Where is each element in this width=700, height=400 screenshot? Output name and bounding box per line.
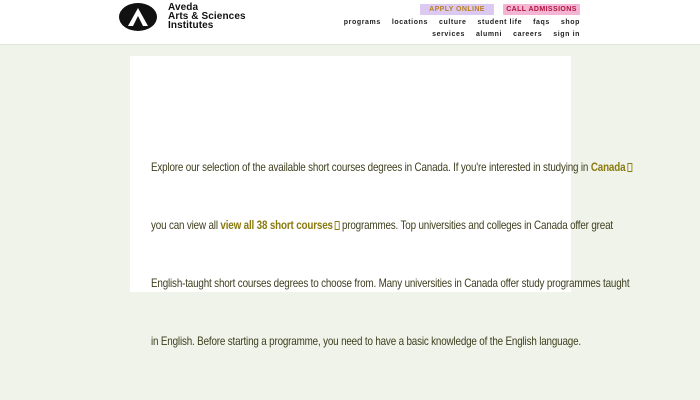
view-all-courses-link[interactable]: view all 38 short courses <box>220 218 333 232</box>
paragraph-line: you can view all view all 38 short cours… <box>151 196 613 254</box>
paragraph-text: programmes. Top universities and college… <box>341 218 613 232</box>
nav-item-locations[interactable]: locations <box>392 19 428 26</box>
nav-item-careers[interactable]: careers <box>513 31 542 38</box>
nav-item-student-life[interactable]: student life <box>478 19 523 26</box>
intro-paragraph: Explore our selection of the available s… <box>151 138 632 370</box>
external-link-icon <box>334 221 340 230</box>
canada-link[interactable]: Canada <box>591 160 626 174</box>
nav-item-shop[interactable]: shop <box>561 19 580 26</box>
apply-online-button[interactable]: APPLY ONLINE <box>420 4 494 15</box>
call-admissions-button[interactable]: CALL ADMISSIONS <box>503 4 580 15</box>
site-header: Aveda Arts & Sciences Institutes APPLY O… <box>0 0 700 45</box>
nav-item-culture[interactable]: culture <box>439 19 467 26</box>
paragraph-line: English-taught short courses degrees to … <box>151 276 630 290</box>
nav-item-sign-in[interactable]: sign in <box>553 31 580 38</box>
brand-line-3: Institutes <box>168 20 214 31</box>
nav-item-programs[interactable]: programs <box>344 19 381 26</box>
logo-icon[interactable] <box>119 3 157 31</box>
paragraph-text: Explore our selection of the available s… <box>151 160 589 174</box>
paragraph-text: you can view all <box>151 218 218 232</box>
secondary-nav: services alumni careers sign in <box>432 31 580 38</box>
nav-item-faqs[interactable]: faqs <box>533 19 550 26</box>
nav-item-services[interactable]: services <box>432 31 465 38</box>
main-nav: programs locations culture student life … <box>344 19 580 26</box>
external-link-icon <box>627 163 632 172</box>
brand-name[interactable]: Aveda Arts & Sciences Institutes <box>168 3 246 31</box>
paragraph-line: in English. Before starting a programme,… <box>151 334 581 348</box>
paragraph-line: Explore our selection of the available s… <box>151 138 632 196</box>
nav-item-alumni[interactable]: alumni <box>476 31 502 38</box>
